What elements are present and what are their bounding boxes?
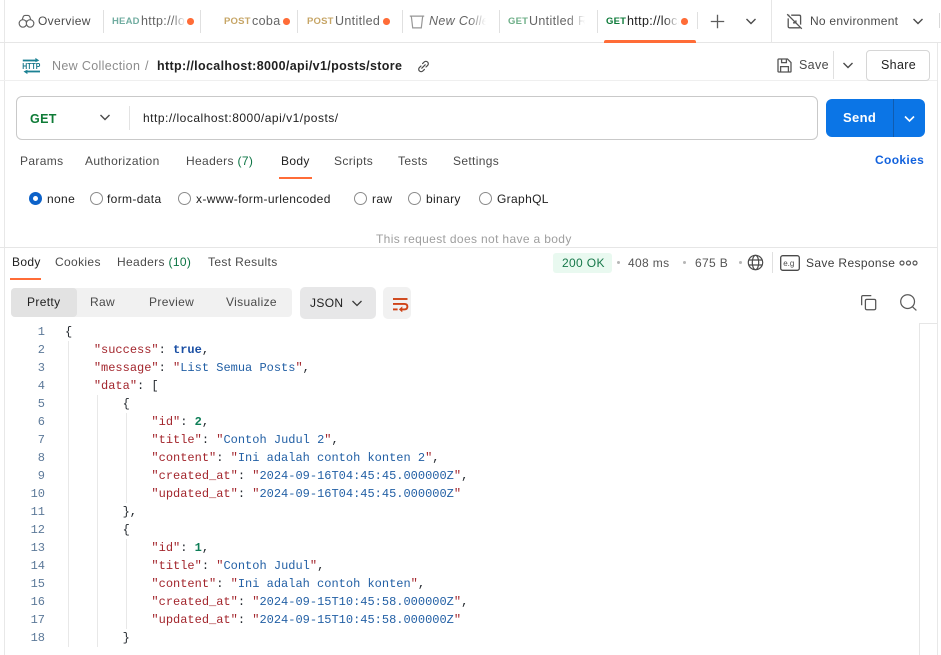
svg-text:e.g: e.g bbox=[783, 259, 794, 268]
svg-text:HTTP: HTTP bbox=[22, 61, 40, 71]
